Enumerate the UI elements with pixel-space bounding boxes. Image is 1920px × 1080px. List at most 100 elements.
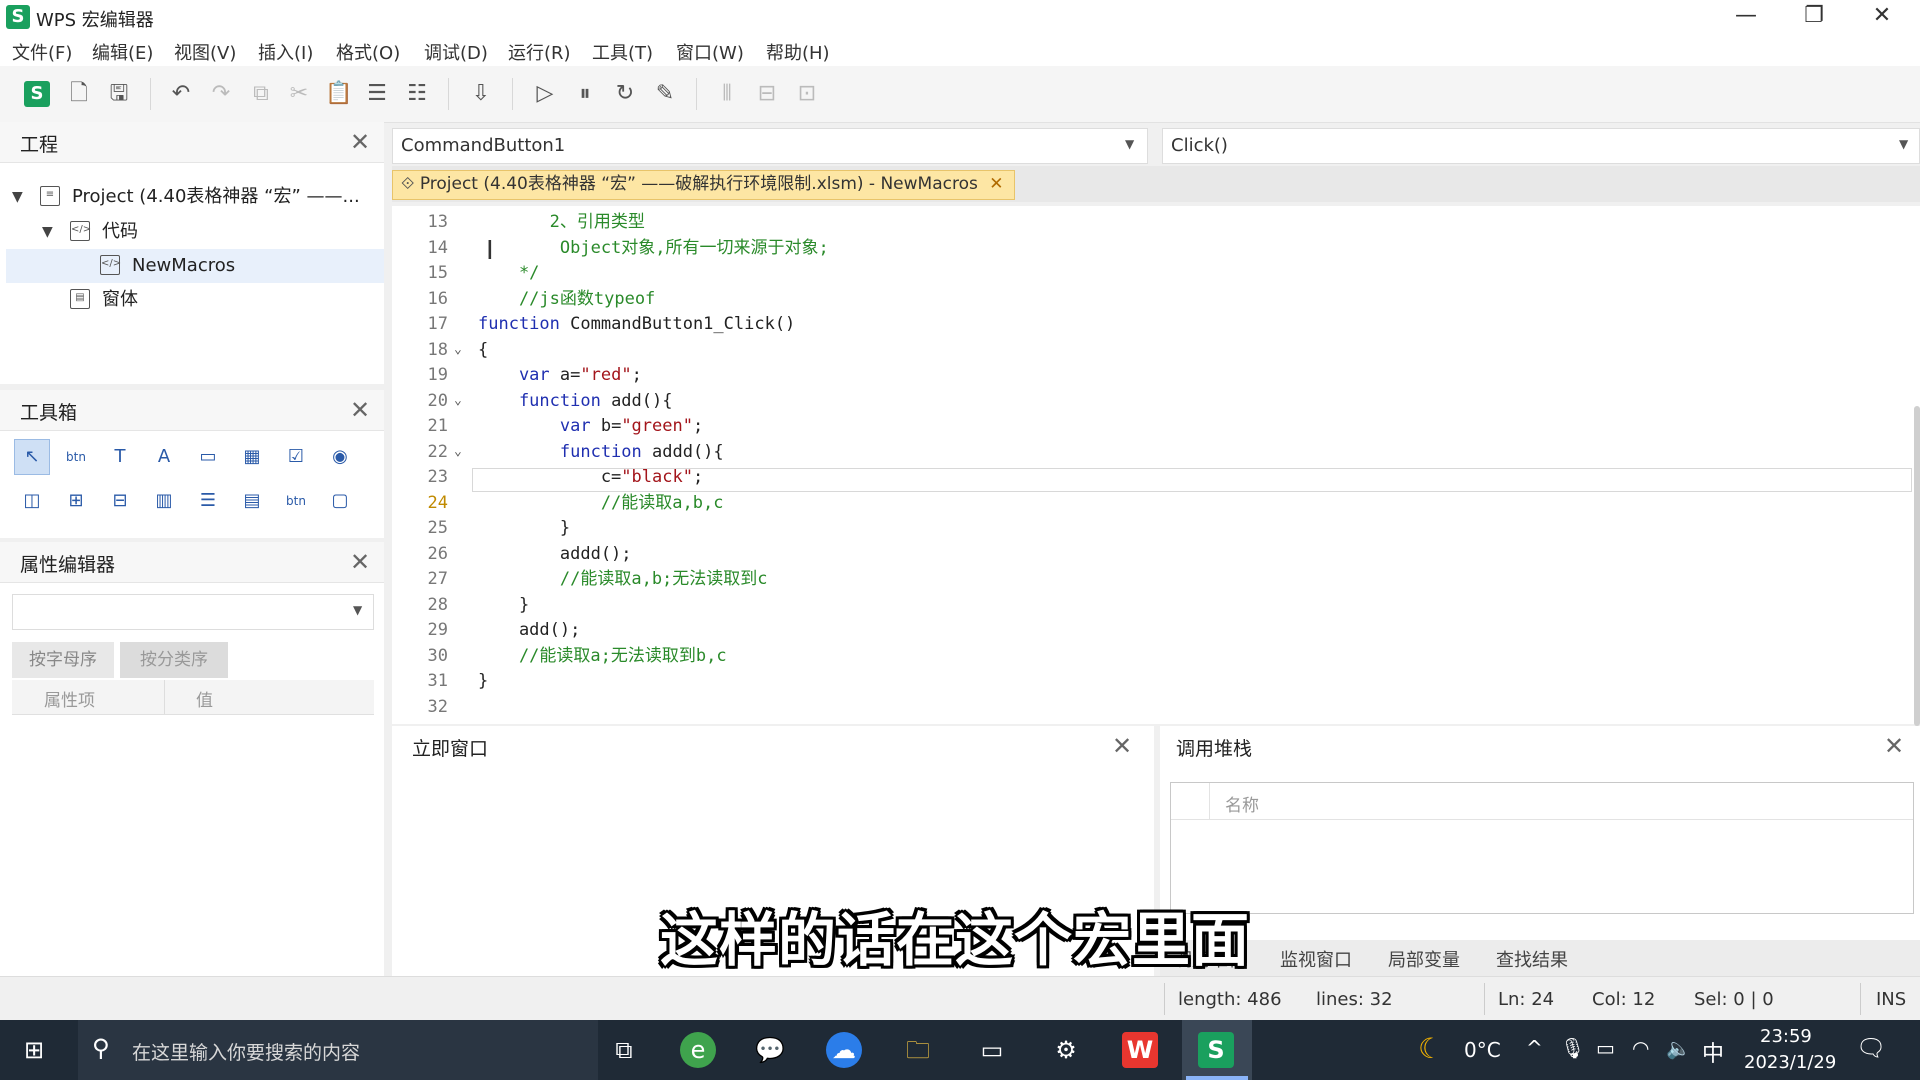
clock-time[interactable]: 23:59: [1760, 1026, 1812, 1047]
minimize-button[interactable]: —: [1716, 0, 1776, 34]
scrollbar-tool-icon[interactable]: ◫: [14, 483, 50, 519]
tab-find-results[interactable]: 查找结果: [1496, 946, 1568, 972]
undo-icon[interactable]: ↶: [166, 79, 196, 109]
cloud-icon[interactable]: ☁: [826, 1032, 862, 1068]
menu-view[interactable]: 视图(V): [174, 39, 236, 65]
battery-icon[interactable]: ▭: [1596, 1036, 1615, 1060]
listbox-tool-icon[interactable]: ☰: [190, 483, 226, 519]
menu-help[interactable]: 帮助(H): [766, 39, 830, 65]
align-center-icon[interactable]: ⊟: [752, 79, 782, 109]
textbox-tool-icon[interactable]: T: [102, 439, 138, 475]
code-line[interactable]: 23 c="black";: [392, 465, 1920, 489]
code-line[interactable]: 17 function CommandButton1_Click(): [392, 312, 1920, 336]
label-tool-icon[interactable]: A: [146, 439, 182, 475]
tree-item-code[interactable]: ▼ </> 代码: [0, 215, 384, 249]
code-line[interactable]: 22 ⌄ function addd(){: [392, 440, 1920, 464]
wps-spreadsheet-icon[interactable]: S: [24, 81, 50, 107]
object-select[interactable]: ▼: [12, 594, 374, 630]
fold-toggle-icon[interactable]: ⌄: [454, 440, 470, 464]
new-module-icon[interactable]: 🗋: [64, 79, 94, 109]
video-call-icon[interactable]: ▭: [974, 1032, 1010, 1068]
settings-gear-icon[interactable]: ⚙: [1048, 1032, 1084, 1068]
expand-arrow-icon[interactable]: ▼: [42, 215, 53, 249]
microphone-icon[interactable]: 🎙: [1560, 1036, 1585, 1060]
menu-insert[interactable]: 插入(I): [258, 39, 313, 65]
chevron-down-icon[interactable]: ▼: [1899, 137, 1908, 151]
tray-chevron-up-icon[interactable]: ^: [1526, 1036, 1543, 1060]
file-explorer-icon[interactable]: 🗀: [900, 1032, 936, 1068]
restore-button[interactable]: ❐: [1784, 0, 1844, 34]
tab-watch[interactable]: 监视窗口: [1280, 946, 1352, 972]
volume-icon[interactable]: 🔈: [1666, 1036, 1691, 1060]
run-icon[interactable]: ▷: [530, 79, 560, 109]
taskbar-search-box[interactable]: ⚲ 在这里输入你要搜索的内容: [78, 1020, 598, 1080]
code-line[interactable]: 15 */: [392, 261, 1920, 285]
frame-tool-icon[interactable]: ▭: [190, 439, 226, 475]
design-mode-icon[interactable]: ✎: [650, 79, 680, 109]
tree-item-project[interactable]: ▼ ≡ Project (4.40表格神器 “宏” ——...: [0, 180, 384, 214]
code-editor[interactable]: 13 2、引用类型 14 Object对象,所有一切来源于对象; 15 */16 /…: [392, 206, 1920, 726]
fold-toggle-icon[interactable]: ⌄: [454, 338, 470, 362]
chevron-down-icon[interactable]: ▼: [1125, 137, 1134, 151]
windows-start-icon[interactable]: ⊞: [16, 1032, 52, 1068]
outdent-icon[interactable]: ☷: [402, 79, 432, 109]
code-line[interactable]: 21 var b="green";: [392, 414, 1920, 438]
menu-tools[interactable]: 工具(T): [592, 39, 653, 65]
code-line[interactable]: 25 }: [392, 516, 1920, 540]
ime-indicator[interactable]: 中: [1702, 1036, 1724, 1068]
save-icon[interactable]: 🖫: [104, 79, 134, 109]
code-line[interactable]: 29 add();: [392, 618, 1920, 642]
multipage-tool-icon[interactable]: ▦: [234, 439, 270, 475]
indent-icon[interactable]: ☰: [362, 79, 392, 109]
code-line[interactable]: 20 ⌄ function add(){: [392, 389, 1920, 413]
pause-icon[interactable]: ⏸: [570, 79, 600, 109]
command-button-tool-icon[interactable]: btn: [58, 439, 94, 475]
object-combo[interactable]: CommandButton1 ▼: [392, 128, 1148, 164]
tab-close-icon[interactable]: ✕: [989, 174, 1003, 194]
radio-tool-icon[interactable]: ◉: [322, 439, 358, 475]
notification-icon[interactable]: 🗨: [1856, 1034, 1886, 1062]
userform-tool-icon[interactable]: ▢: [322, 483, 358, 519]
align-vertical-icon[interactable]: ⫴: [712, 79, 742, 109]
toggle-tool-icon[interactable]: btn: [278, 483, 314, 519]
tree-item-newmacros[interactable]: </> NewMacros: [6, 249, 384, 283]
procedure-combo[interactable]: Click() ▼: [1162, 128, 1920, 164]
image-tool-icon[interactable]: ▥: [146, 483, 182, 519]
menu-debug[interactable]: 调试(D): [424, 39, 488, 65]
clock-date[interactable]: 2023/1/29: [1744, 1052, 1836, 1073]
property-panel-close-icon[interactable]: ✕: [350, 548, 370, 576]
wps-office-icon[interactable]: W: [1122, 1032, 1158, 1068]
code-line[interactable]: 19 var a="red";: [392, 363, 1920, 387]
code-line[interactable]: 16 //js函数typeof: [392, 287, 1920, 311]
code-line[interactable]: 13 2、引用类型: [392, 210, 1920, 234]
chevron-down-icon[interactable]: ▼: [353, 603, 362, 617]
reset-icon[interactable]: ↻: [610, 79, 640, 109]
wps-macro-editor-icon[interactable]: S: [1198, 1032, 1234, 1068]
menu-window[interactable]: 窗口(W): [676, 39, 744, 65]
wifi-icon[interactable]: ◠: [1632, 1036, 1649, 1060]
menu-run[interactable]: 运行(R): [508, 39, 571, 65]
tree-item-forms[interactable]: ▤ 窗体: [0, 283, 384, 317]
editor-scrollbar[interactable]: [1914, 406, 1920, 726]
wechat-icon[interactable]: 💬: [752, 1032, 788, 1068]
copy-icon[interactable]: ⧉: [246, 79, 276, 109]
code-line[interactable]: 27 //能读取a,b;无法读取到c: [392, 567, 1920, 591]
code-line[interactable]: 32: [392, 695, 1920, 719]
cut-icon[interactable]: ✂: [284, 79, 314, 109]
redo-icon[interactable]: ↷: [206, 79, 236, 109]
import-icon[interactable]: ⇩: [466, 79, 496, 109]
fold-toggle-icon[interactable]: ⌄: [454, 389, 470, 413]
code-line[interactable]: 24 //能读取a,b,c: [392, 491, 1920, 515]
distribute-icon[interactable]: ⊡: [792, 79, 822, 109]
pointer-tool-icon[interactable]: ↖: [14, 439, 50, 475]
spin-tool-icon[interactable]: ⊞: [58, 483, 94, 519]
code-line[interactable]: 30 //能读取a;无法读取到b,c: [392, 644, 1920, 668]
file-tab[interactable]: ⟐ Project (4.40表格神器 “宏” ——破解执行环境限制.xlsm)…: [392, 170, 1015, 200]
code-line[interactable]: 26 addd();: [392, 542, 1920, 566]
close-window-button[interactable]: ✕: [1852, 0, 1912, 34]
callstack-list[interactable]: 名称: [1170, 782, 1914, 914]
code-line[interactable]: 18 ⌄ {: [392, 338, 1920, 362]
task-view-icon[interactable]: ⧉: [606, 1032, 642, 1068]
menu-file[interactable]: 文件(F): [12, 39, 72, 65]
tabstrip-tool-icon[interactable]: ▤: [234, 483, 270, 519]
